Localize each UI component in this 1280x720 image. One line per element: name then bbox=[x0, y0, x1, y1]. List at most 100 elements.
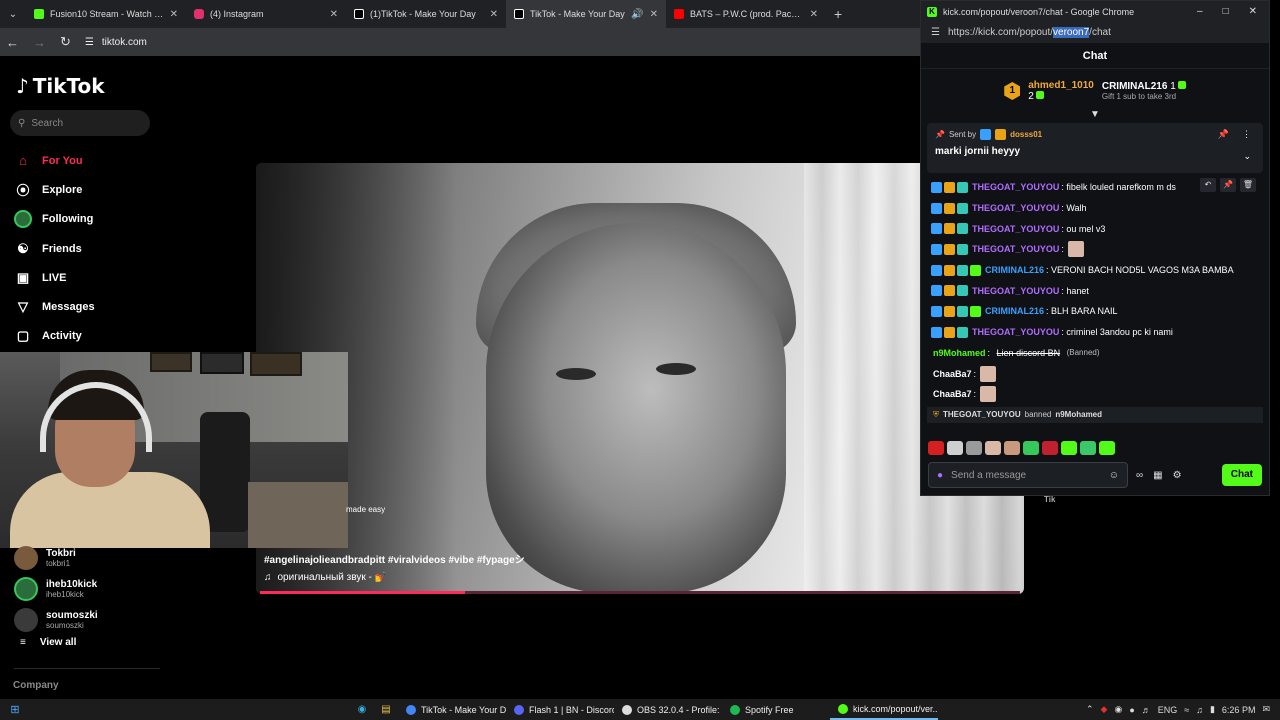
chat-message[interactable]: THEGOAT_YOUYOU: bbox=[931, 239, 1259, 260]
forward-icon[interactable]: → bbox=[33, 35, 46, 50]
chat-message[interactable]: n9Mohamed: Lien discord BN (Banned) bbox=[931, 343, 1259, 364]
chat-username[interactable]: THEGOAT_YOUYOU bbox=[972, 327, 1059, 337]
speaker-icon[interactable]: 🔊 bbox=[631, 9, 643, 20]
chat-message[interactable]: CRIMINAL216: VERONI BACH NOD5L VAGOS M3A… bbox=[931, 260, 1259, 281]
clock[interactable]: 6:26 PM bbox=[1222, 705, 1256, 715]
close-icon[interactable]: ✕ bbox=[810, 9, 818, 20]
chat-message[interactable]: THEGOAT_YOUYOU: hanet bbox=[931, 280, 1259, 301]
video-hashtags[interactable]: #angelinajolieandbradpitt #viralvideos #… bbox=[264, 551, 525, 566]
emote-icon[interactable] bbox=[1061, 441, 1077, 455]
nav-activity[interactable]: ▢ Activity bbox=[14, 322, 164, 351]
chat-username[interactable]: n9Mohamed bbox=[933, 348, 986, 358]
emote-icon[interactable] bbox=[1099, 441, 1115, 455]
notification-icon[interactable]: ✉ bbox=[1262, 704, 1270, 715]
ban-target[interactable]: n9Mohamed bbox=[1055, 410, 1102, 419]
account-item[interactable]: soumoszki soumoszki bbox=[14, 604, 164, 635]
chat-message[interactable]: THEGOAT_YOUYOU: ou mel v3 bbox=[931, 218, 1259, 239]
tiktok-logo[interactable]: ♪ TikTok bbox=[16, 74, 105, 98]
video-progress-bar[interactable] bbox=[260, 591, 1020, 594]
close-icon[interactable]: ✕ bbox=[490, 9, 498, 20]
taskbar-app[interactable]: Flash 1 | BN - Discord bbox=[506, 699, 614, 720]
chat-username[interactable]: THEGOAT_YOUYOU bbox=[972, 224, 1059, 234]
pin-icon[interactable]: 📌 bbox=[1218, 129, 1229, 140]
chat-message[interactable]: THEGOAT_YOUYOU: criminel 3andou pc ki na… bbox=[931, 322, 1259, 343]
chat-username[interactable]: ChaaBa7 bbox=[933, 369, 972, 379]
pin-icon[interactable]: 📌 bbox=[1220, 178, 1236, 192]
nav-explore[interactable]: ⦿ Explore bbox=[14, 175, 164, 204]
leader-second-user[interactable]: CRIMINAL216 bbox=[1102, 81, 1168, 92]
chat-message[interactable]: ChaaBa7: bbox=[931, 384, 1259, 405]
nav-messages[interactable]: ▽ Messages bbox=[14, 292, 164, 321]
emote-icon[interactable] bbox=[1042, 441, 1058, 455]
wifi-icon[interactable]: ≈ bbox=[1184, 705, 1189, 715]
reply-icon[interactable]: ↶ bbox=[1200, 178, 1216, 192]
battery-icon[interactable]: ▮ bbox=[1210, 704, 1215, 715]
new-tab-icon[interactable]: + bbox=[826, 6, 850, 22]
headset-icon[interactable]: ◉ bbox=[1114, 704, 1122, 715]
chat-message-input[interactable]: ● Send a message ☺ bbox=[928, 462, 1128, 488]
send-chat-button[interactable]: Chat bbox=[1221, 464, 1262, 486]
delete-icon[interactable]: 🗑 bbox=[1240, 178, 1256, 192]
video-player[interactable] bbox=[256, 163, 1024, 594]
nav-live[interactable]: ▣ LIVE bbox=[14, 263, 164, 292]
chevron-up-icon[interactable]: ⌃ bbox=[1086, 704, 1094, 715]
more-icon[interactable]: ⋮ bbox=[1242, 129, 1251, 140]
popout-url-field[interactable]: ☰ https://kick.com/popout/veroon7/chat bbox=[921, 22, 1269, 43]
microphone-icon[interactable]: ● bbox=[1129, 705, 1134, 715]
store-icon[interactable]: ▦ bbox=[1153, 470, 1162, 481]
chat-username[interactable]: CRIMINAL216 bbox=[985, 306, 1044, 316]
emote-icon[interactable] bbox=[928, 441, 944, 455]
emote-icon[interactable] bbox=[1004, 441, 1020, 455]
nav-for-you[interactable]: ⌂ For You bbox=[14, 146, 164, 175]
chat-username[interactable]: THEGOAT_YOUYOU bbox=[972, 286, 1059, 296]
emote-icon[interactable] bbox=[985, 441, 1001, 455]
taskbar-app[interactable]: Spotify Free bbox=[722, 699, 830, 720]
taskbar-app[interactable]: kick.com/popout/ver... bbox=[830, 699, 938, 720]
tab-fusion10[interactable]: Fusion10 Stream - Watch Live o ✕ bbox=[26, 0, 186, 28]
minimize-icon[interactable]: – bbox=[1197, 6, 1203, 17]
site-info-icon[interactable]: ☰ bbox=[931, 27, 940, 38]
emote-icon[interactable] bbox=[1080, 441, 1096, 455]
emote-icon[interactable] bbox=[966, 441, 982, 455]
volume-icon[interactable]: ♫ bbox=[1196, 705, 1203, 715]
tab-tiktok-active[interactable]: TikTok - Make Your Day 🔊 ✕ bbox=[506, 0, 666, 28]
tab-tiktok-1[interactable]: (1)TikTok - Make Your Day ✕ bbox=[346, 0, 506, 28]
chat-username[interactable]: THEGOAT_YOUYOU bbox=[972, 244, 1059, 254]
search-input[interactable]: ⚲ Search bbox=[10, 110, 150, 136]
chat-message[interactable]: THEGOAT_YOUYOU: Walh bbox=[931, 198, 1259, 219]
speaker-icon[interactable]: ♬ bbox=[1142, 705, 1151, 715]
chat-message[interactable]: ChaaBa7: bbox=[931, 363, 1259, 384]
account-item[interactable]: iheb10kick iheb10kick bbox=[14, 573, 164, 604]
account-item[interactable]: Tokbri tokbri1 bbox=[14, 542, 164, 573]
emote-icon[interactable] bbox=[947, 441, 963, 455]
chat-username[interactable]: ChaaBa7 bbox=[933, 389, 972, 399]
pinned-sender[interactable]: dosss01 bbox=[1010, 130, 1042, 139]
tab-youtube[interactable]: BATS – P.W.C (prod. Pache Beat ✕ bbox=[666, 0, 826, 28]
video-sound[interactable]: ♫ оригинальный звук - 💅 bbox=[264, 572, 387, 583]
emoji-icon[interactable]: ☺ bbox=[1109, 470, 1119, 481]
nav-following[interactable]: Following bbox=[14, 205, 164, 234]
back-icon[interactable]: ← bbox=[6, 35, 19, 50]
gift-prompt[interactable]: Gift 1 sub to take 3rd bbox=[1102, 92, 1186, 101]
close-icon[interactable]: ✕ bbox=[1249, 6, 1257, 17]
taskbar-app[interactable]: OBS 32.0.4 - Profile: U... bbox=[614, 699, 722, 720]
ban-moderator[interactable]: THEGOAT_YOUYOU bbox=[943, 410, 1021, 419]
maximize-icon[interactable]: □ bbox=[1223, 6, 1229, 17]
chat-username[interactable]: THEGOAT_YOUYOU bbox=[972, 203, 1059, 213]
tab-instagram[interactable]: (4) Instagram ✕ bbox=[186, 0, 346, 28]
antivirus-icon[interactable]: ◆ bbox=[1101, 704, 1108, 715]
collapse-icon[interactable]: ▼ bbox=[921, 109, 1269, 121]
emote-icon[interactable] bbox=[1023, 441, 1039, 455]
settings-icon[interactable]: ⚙ bbox=[1173, 470, 1182, 481]
microphone-icon[interactable]: ● bbox=[937, 470, 943, 481]
windows-start-icon[interactable]: ⊞ bbox=[0, 703, 30, 716]
leader-first-user[interactable]: ahmed1_1010 bbox=[1028, 80, 1094, 91]
close-icon[interactable]: ✕ bbox=[650, 9, 658, 20]
taskbar-app[interactable]: TikTok - Make Your D... bbox=[398, 699, 506, 720]
folder-icon[interactable]: ▤ bbox=[374, 704, 398, 715]
close-icon[interactable]: ✕ bbox=[330, 9, 338, 20]
language-indicator[interactable]: ENG bbox=[1158, 705, 1178, 715]
chat-username[interactable]: THEGOAT_YOUYOU bbox=[972, 182, 1059, 192]
edge-icon[interactable]: ◉ bbox=[350, 704, 374, 715]
view-all-button[interactable]: ≡ View all bbox=[20, 637, 76, 648]
